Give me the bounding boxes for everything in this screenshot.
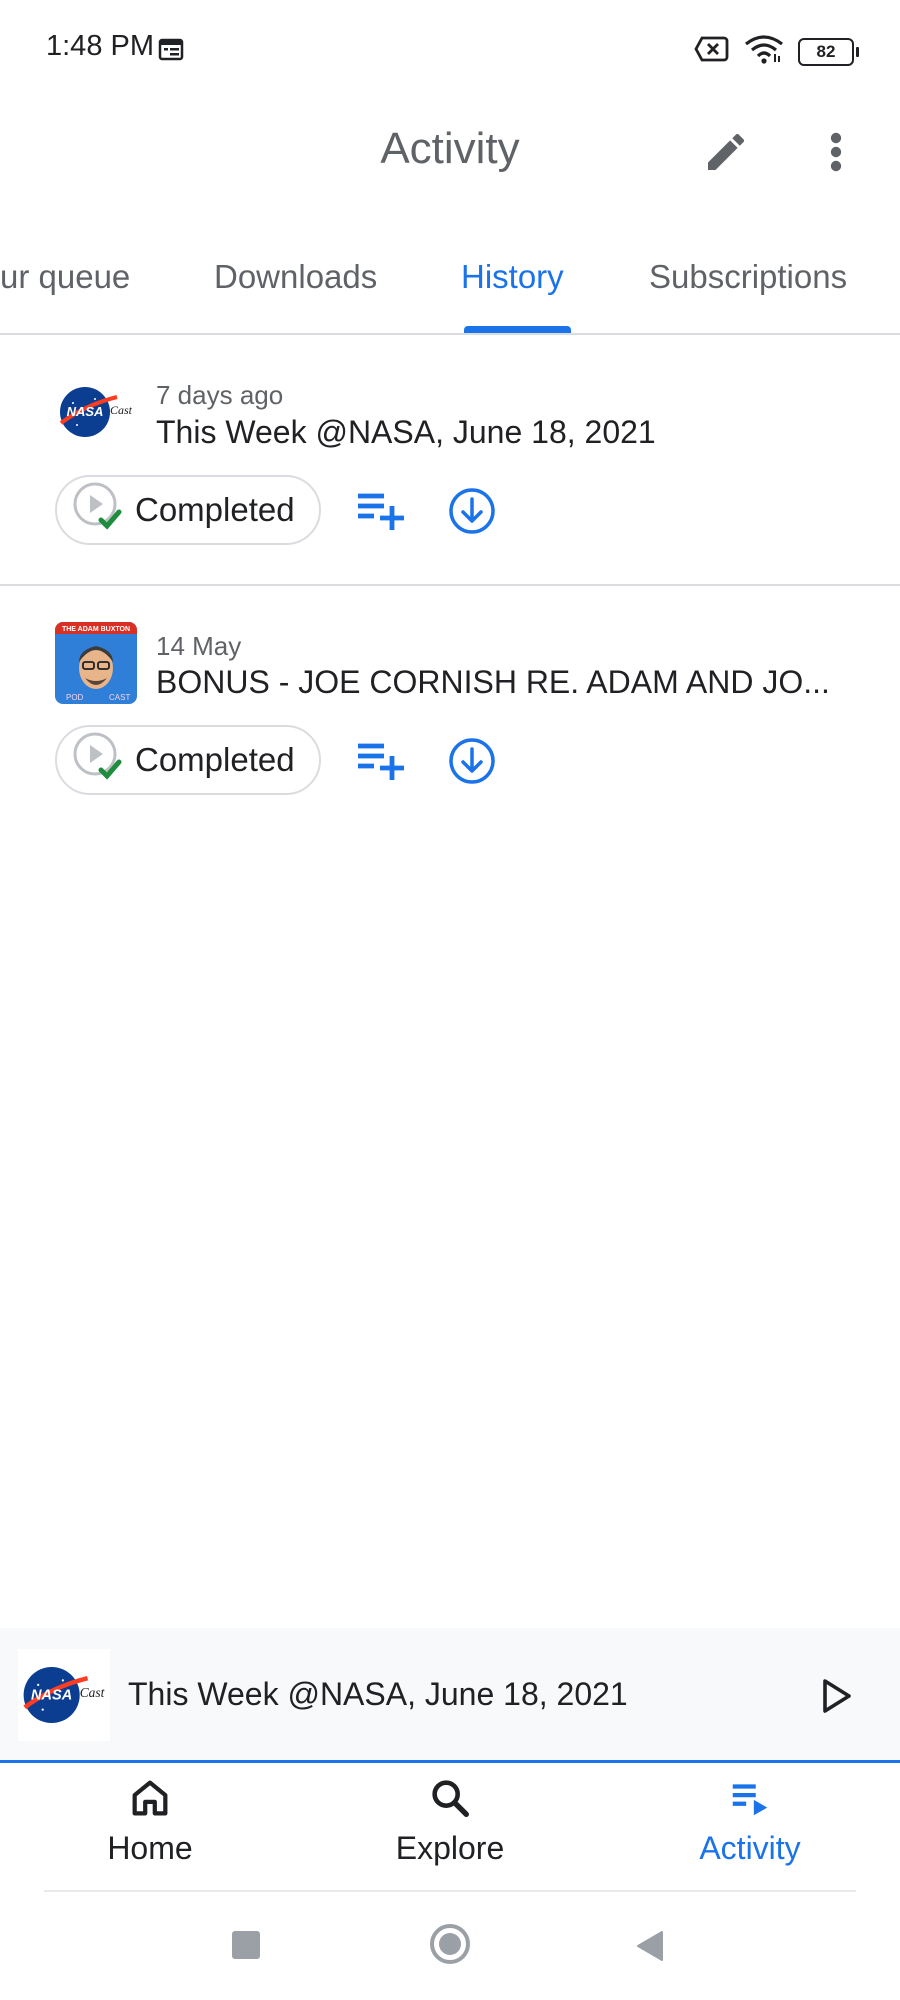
svg-text:THE ADAM BUXTON: THE ADAM BUXTON xyxy=(62,626,130,633)
completed-label: Completed xyxy=(135,491,295,528)
nav-explore-label: Explore xyxy=(395,1830,505,1866)
completed-button[interactable]: Completed xyxy=(55,725,321,795)
home-button[interactable] xyxy=(430,1924,470,1964)
episode-thumbnail-adam-buxton[interactable]: THE ADAM BUXTON POD CAST xyxy=(55,622,137,704)
nav-activity[interactable]: Activity xyxy=(630,1775,870,1867)
svg-text:Cast: Cast xyxy=(80,1685,105,1700)
completed-button[interactable]: Completed xyxy=(55,475,321,545)
mini-player-thumbnail: NASA Cast xyxy=(18,1649,110,1741)
tabs-divider xyxy=(0,333,900,335)
svg-text:POD: POD xyxy=(66,693,84,702)
nav-home[interactable]: Home xyxy=(30,1775,270,1867)
svg-text:NASA: NASA xyxy=(67,404,104,419)
completed-label: Completed xyxy=(135,741,295,778)
page-title: Activity xyxy=(380,124,520,173)
nav-home-label: Home xyxy=(107,1830,193,1866)
tab-history[interactable]: History xyxy=(461,258,564,296)
play-completed-icon xyxy=(71,730,123,790)
mini-player-title[interactable]: This Week @NASA, June 18, 2021 xyxy=(128,1676,628,1713)
episode-date: 7 days ago xyxy=(156,380,284,410)
tab-downloads[interactable]: Downloads xyxy=(214,258,377,296)
episode-title[interactable]: This Week @NASA, June 18, 2021 xyxy=(156,414,656,451)
nav-activity-label: Activity xyxy=(699,1830,801,1866)
mini-player-progress-line xyxy=(0,1760,900,1763)
svg-text:CAST: CAST xyxy=(109,693,130,702)
tab-indicator xyxy=(464,326,571,333)
download-icon[interactable] xyxy=(447,486,497,541)
play-icon[interactable] xyxy=(816,1674,856,1723)
battery-icon: 82 xyxy=(798,37,859,66)
episode-date: 14 May xyxy=(156,631,242,661)
add-to-queue-icon[interactable] xyxy=(354,488,406,537)
episode-thumbnail-nasacast[interactable]: NASA Cast xyxy=(55,371,137,453)
home-icon xyxy=(127,1780,173,1825)
calendar-icon xyxy=(158,37,184,66)
nav-explore[interactable]: Explore xyxy=(330,1775,570,1867)
search-icon xyxy=(427,1780,473,1825)
episode-title[interactable]: BONUS - JOE CORNISH RE. ADAM AND JO... xyxy=(156,664,830,701)
status-icons: 82 xyxy=(694,34,859,69)
status-time: 1:48 PM xyxy=(46,30,154,62)
playlist-play-icon xyxy=(727,1784,773,1825)
wifi-icon xyxy=(744,34,784,69)
back-button[interactable] xyxy=(634,1929,666,1968)
tab-subscriptions[interactable]: Subscriptions xyxy=(649,258,847,296)
episode-divider xyxy=(0,584,900,586)
tab-your-queue[interactable]: ur queue xyxy=(0,258,130,296)
recents-button[interactable] xyxy=(232,1931,260,1959)
svg-text:NASA: NASA xyxy=(31,1687,72,1703)
download-icon[interactable] xyxy=(447,736,497,791)
edit-icon[interactable] xyxy=(702,128,750,181)
svg-text:Cast: Cast xyxy=(110,403,133,417)
no-sim-icon xyxy=(694,35,730,68)
add-to-queue-icon[interactable] xyxy=(354,738,406,787)
nav-divider xyxy=(44,1890,856,1892)
more-vert-icon[interactable] xyxy=(820,128,852,181)
play-completed-icon xyxy=(71,480,123,540)
